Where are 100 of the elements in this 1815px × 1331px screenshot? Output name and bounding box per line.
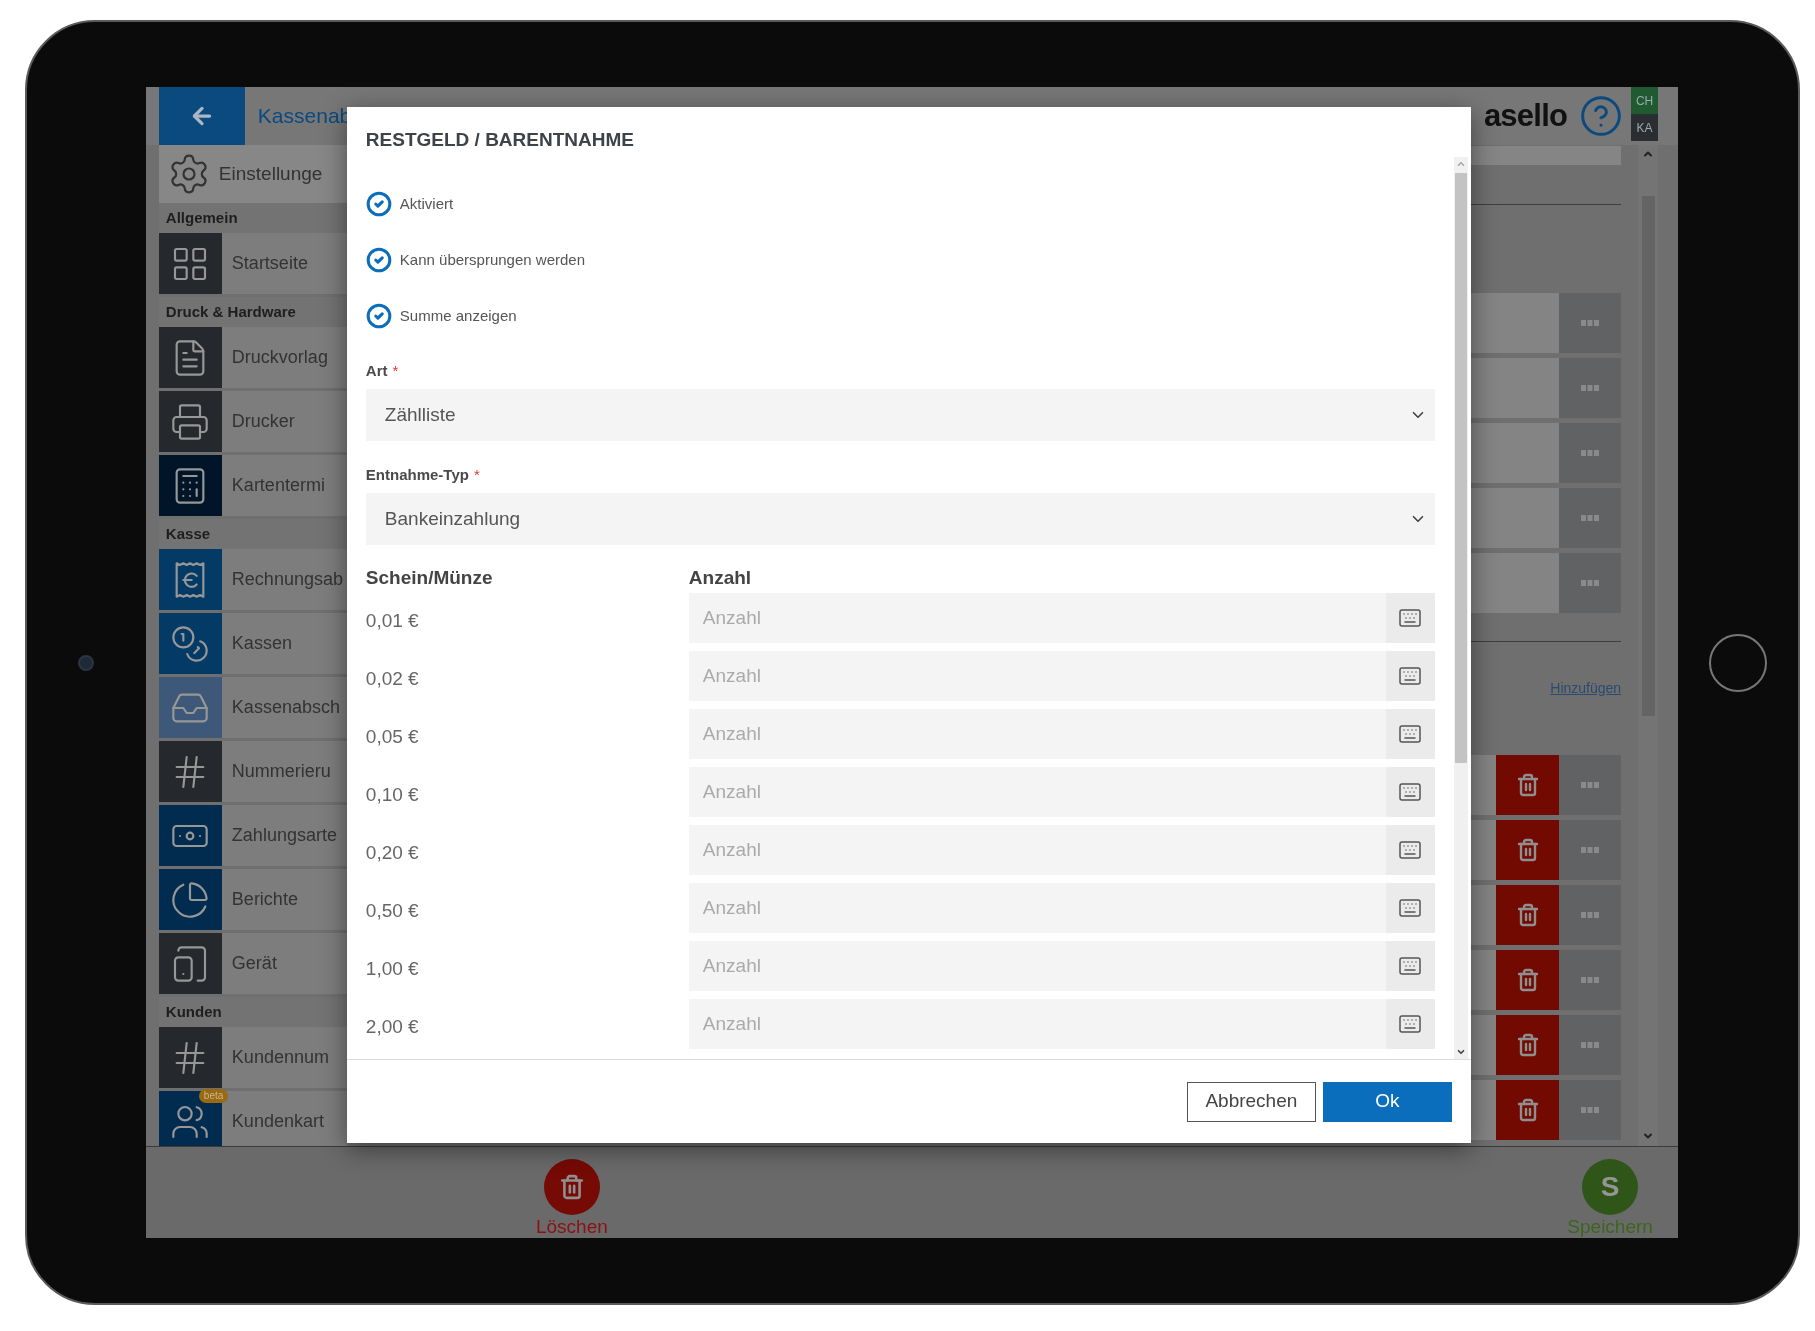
more-button[interactable] — [1559, 358, 1622, 418]
user-badge: KA — [1631, 114, 1659, 141]
delete-button[interactable] — [1496, 950, 1560, 1010]
beta-badge: beta — [198, 1089, 229, 1103]
sidebar-item[interactable]: Gerät — [158, 933, 347, 994]
sidebar-item[interactable]: Kartentermi — [158, 455, 347, 516]
save-action-button[interactable]: S Speichern — [1560, 1147, 1661, 1238]
keyboard-icon — [1398, 838, 1423, 862]
ellipsis-icon — [1581, 320, 1600, 326]
ellipsis-icon — [1581, 385, 1600, 391]
more-button[interactable] — [1559, 950, 1622, 1010]
dialog-scrollbar[interactable] — [1453, 157, 1468, 1059]
delete-button[interactable] — [1496, 755, 1560, 815]
section-label: Allgemein — [158, 203, 347, 233]
quantity-field[interactable]: Anzahl — [688, 767, 1386, 817]
sidebar-item-label: Gerät — [231, 952, 277, 975]
more-button[interactable] — [1559, 423, 1622, 483]
quantity-field[interactable]: Anzahl — [688, 651, 1386, 701]
keyboard-button[interactable] — [1385, 651, 1435, 701]
keyboard-icon — [1398, 722, 1423, 746]
sidebar-item-label: Rechnungsab — [231, 568, 343, 591]
denomination-label: 0,50 € — [365, 898, 420, 923]
add-link[interactable]: Hinzufügen — [1550, 678, 1622, 699]
cancel-button[interactable]: Abbrechen — [1186, 1081, 1316, 1122]
more-button[interactable] — [1559, 755, 1622, 815]
keyboard-button[interactable] — [1385, 883, 1435, 933]
sidebar-item-label: Zahlungsarte — [231, 824, 337, 847]
trash-icon — [1515, 773, 1540, 797]
more-button[interactable] — [1559, 293, 1622, 353]
save-label: Speichern — [1567, 1215, 1653, 1238]
ellipsis-icon — [1581, 912, 1600, 918]
sidebar-item-label: Drucker — [231, 410, 295, 433]
delete-button[interactable] — [1496, 1080, 1560, 1140]
sidebar-item[interactable]: Kundennum — [158, 1027, 347, 1088]
denomination-label: 1,00 € — [365, 956, 420, 981]
sidebar-item-label: Druckvorlag — [231, 346, 328, 369]
printer-icon — [170, 401, 211, 442]
sidebar-item-label: Kundennum — [231, 1046, 329, 1069]
delete-button[interactable] — [1496, 885, 1560, 945]
more-button[interactable] — [1559, 820, 1622, 880]
ellipsis-icon — [1581, 1042, 1600, 1048]
quantity-field[interactable]: Anzahl — [688, 883, 1386, 933]
delete-action-button[interactable]: Löschen — [521, 1147, 622, 1238]
sidebar-item[interactable]: Berichte — [158, 869, 347, 930]
keyboard-button[interactable] — [1385, 767, 1435, 817]
select-field[interactable]: Zählliste — [365, 389, 1435, 441]
checkbox-label: Summe anzeigen — [399, 305, 517, 326]
delete-button[interactable] — [1496, 820, 1560, 880]
ellipsis-icon — [1581, 782, 1600, 788]
home-button[interactable] — [1709, 633, 1768, 692]
scrollbar[interactable] — [1638, 145, 1659, 1146]
back-button[interactable] — [158, 87, 245, 145]
denomination-label: 2,00 € — [365, 1014, 420, 1039]
quantity-field[interactable]: Anzahl — [688, 999, 1386, 1049]
sidebar-item[interactable]: Rechnungsab — [158, 549, 347, 610]
sidebar-item[interactable]: Zahlungsarte — [158, 805, 347, 866]
more-button[interactable] — [1559, 1080, 1622, 1140]
section-label: Kasse — [158, 519, 347, 549]
sidebar-item[interactable]: Nummerieru — [158, 741, 347, 802]
more-button[interactable] — [1559, 1015, 1622, 1075]
keyboard-icon — [1398, 954, 1423, 978]
checkbox[interactable] — [365, 247, 392, 273]
denomination-label: 0,20 € — [365, 840, 420, 865]
sidebar-item[interactable]: Drucker — [158, 391, 347, 452]
quantity-field[interactable]: Anzahl — [688, 825, 1386, 875]
sidebar-item[interactable]: Kassenabsch — [158, 677, 347, 738]
keyboard-button[interactable] — [1385, 825, 1435, 875]
denomination-label: 0,10 € — [365, 782, 420, 807]
denomination-label: 0,01 € — [365, 608, 420, 633]
field-label: Art — [365, 360, 388, 381]
select-field[interactable]: Bankeinzahlung — [365, 493, 1435, 545]
keyboard-button[interactable] — [1385, 709, 1435, 759]
keyboard-button[interactable] — [1385, 593, 1435, 643]
more-button[interactable] — [1559, 553, 1622, 613]
more-button[interactable] — [1559, 488, 1622, 548]
camera-icon — [78, 654, 95, 671]
quantity-field[interactable]: Anzahl — [688, 709, 1386, 759]
sidebar-item[interactable]: Druckvorlag — [158, 327, 347, 388]
sidebar-item[interactable]: Kassen — [158, 613, 347, 674]
section-label: Druck & Hardware — [158, 297, 347, 327]
checkbox-label: Kann übersprungen werden — [399, 249, 585, 270]
keyboard-button[interactable] — [1385, 941, 1435, 991]
ellipsis-icon — [1581, 1107, 1600, 1113]
keyboard-icon — [1398, 1012, 1423, 1036]
keyboard-icon — [1398, 896, 1423, 920]
checkbox[interactable] — [365, 303, 392, 329]
more-button[interactable] — [1559, 885, 1622, 945]
help-icon[interactable] — [1579, 94, 1624, 138]
ellipsis-icon — [1581, 580, 1600, 586]
delete-button[interactable] — [1496, 1015, 1560, 1075]
pie-chart-icon — [170, 879, 211, 920]
section-label: Kunden — [158, 997, 347, 1027]
ok-button[interactable]: Ok — [1322, 1081, 1452, 1122]
quantity-field[interactable]: Anzahl — [688, 593, 1386, 643]
keyboard-button[interactable] — [1385, 999, 1435, 1049]
sidebar-item[interactable]: Kundenkart beta — [158, 1091, 347, 1146]
quantity-field[interactable]: Anzahl — [688, 941, 1386, 991]
keyboard-icon — [1398, 664, 1423, 688]
sidebar-item[interactable]: Startseite — [158, 233, 347, 294]
checkbox[interactable] — [365, 191, 392, 217]
